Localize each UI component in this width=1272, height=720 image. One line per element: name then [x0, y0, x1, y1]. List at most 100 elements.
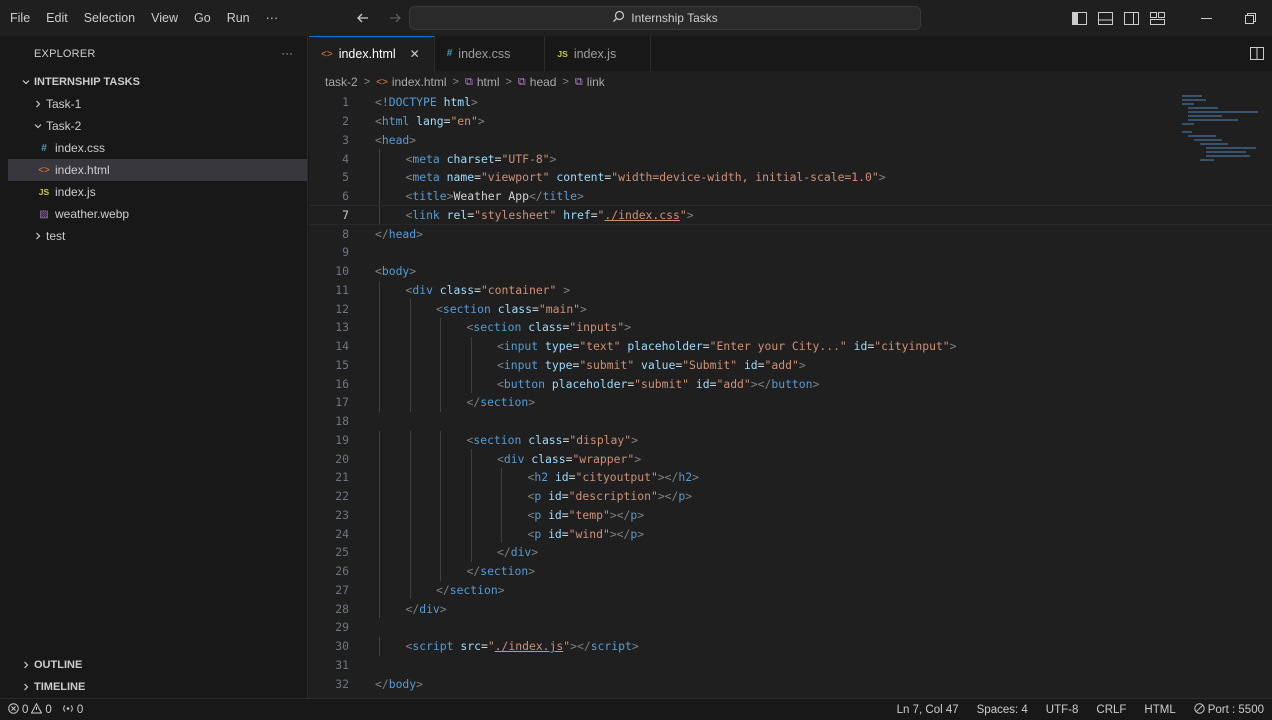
indent-guide [379, 393, 380, 412]
menu-file[interactable]: File [2, 0, 38, 36]
code-line[interactable]: 20 < div class = "wrapper" > [309, 449, 1272, 468]
explorer-more-icon[interactable]: ··· [281, 48, 293, 60]
indentation[interactable]: Spaces: 4 [977, 704, 1028, 716]
workspace-root[interactable]: INTERNSHIP TASKS [8, 71, 307, 93]
forward-arrow-icon[interactable] [384, 7, 406, 29]
toggle-secondary-sidebar-icon[interactable] [1118, 0, 1144, 36]
code-line[interactable]: 11 < div class = "container" > [309, 280, 1272, 300]
code-text: < p id = "description" ></p > [528, 487, 693, 506]
code-token: p [678, 489, 686, 504]
breadcrumb-item[interactable]: head [530, 75, 557, 89]
code-line[interactable]: 30 < script src = " ./index.js " ></script > [309, 636, 1272, 656]
outline-section[interactable]: OUTLINE [8, 654, 308, 676]
code-token: </ [375, 676, 389, 691]
toggle-panel-icon[interactable] [1092, 0, 1118, 36]
code-text: </head > [375, 224, 423, 243]
tree-file-weather-webp[interactable]: ▨ weather.webp [8, 203, 307, 225]
code-line[interactable]: 17 </section > [309, 393, 1272, 412]
code-token: = [443, 114, 451, 129]
code-token: = [532, 301, 539, 316]
code-line[interactable]: 31 [309, 656, 1272, 675]
code-token: title [542, 189, 577, 204]
live-server-port[interactable]: Port : 5500 [1194, 703, 1264, 717]
code-token: = [709, 376, 717, 391]
close-icon[interactable]: ✕ [410, 47, 420, 61]
code-line[interactable]: 4 < meta charset = "UTF-8" > [309, 149, 1272, 168]
code-line[interactable]: 10 < body > [309, 262, 1272, 281]
menu-go[interactable]: Go [186, 0, 219, 36]
end-of-line[interactable]: CRLF [1096, 704, 1126, 716]
editor-tabs: <> index.html ✕ # index.css JS index.js [309, 36, 1272, 71]
indent-guide [409, 336, 411, 356]
code-line[interactable]: 1 < !DOCTYPE html > [309, 93, 1272, 112]
tab-index-css[interactable]: # index.css [435, 36, 546, 71]
ports-indicator[interactable]: 0 [62, 703, 83, 717]
code-line[interactable]: 27 </section > [309, 580, 1272, 600]
menu-more[interactable]: ··· [258, 0, 287, 36]
menu-edit[interactable]: Edit [38, 0, 76, 36]
code-line[interactable]: 29 [309, 618, 1272, 637]
code-line[interactable]: 15 < input type = "submit" value = "Submit" id… [309, 355, 1272, 375]
breadcrumb-item[interactable]: task-2 [325, 75, 358, 89]
navigation-arrows [352, 0, 406, 36]
tree-file-index-js[interactable]: JS index.js [8, 181, 307, 203]
code-line[interactable]: 24 < p id = "wind" ></p > [309, 524, 1272, 543]
code-line[interactable]: 26 </section > [309, 561, 1272, 581]
code-line[interactable]: 18 [309, 412, 1272, 431]
minimap[interactable] [1182, 93, 1258, 163]
cursor-position[interactable]: Ln 7, Col 47 [897, 704, 959, 716]
code-line[interactable]: 19 < section class = "display" > [309, 430, 1272, 450]
breadcrumb-item[interactable]: index.html [392, 75, 447, 89]
code-line[interactable]: 14 < input type = "text" placeholder = "Enter … [309, 336, 1272, 356]
code-line[interactable]: 22 < p id = "description" ></p > [309, 486, 1272, 506]
code-line[interactable]: 32 </body > [309, 674, 1272, 693]
code-line[interactable]: 2 < html lang = "en" > [309, 112, 1272, 131]
code-line[interactable]: 5 < meta name = "viewport" content = "width=de… [309, 168, 1272, 187]
back-arrow-icon[interactable] [352, 7, 374, 29]
menu-view[interactable]: View [143, 0, 186, 36]
timeline-section[interactable]: TIMELINE [8, 676, 308, 698]
tree-file-index-css[interactable]: # index.css [8, 137, 307, 159]
code-line[interactable]: 23 < p id = "temp" ></p > [309, 505, 1272, 525]
restore-icon[interactable] [1228, 0, 1272, 36]
minimize-icon[interactable] [1184, 0, 1228, 36]
code-token: = [675, 357, 683, 372]
breadcrumb-item[interactable]: html [477, 75, 500, 89]
tree-folder-test[interactable]: test [8, 225, 307, 247]
line-number: 20 [335, 451, 349, 466]
encoding[interactable]: UTF-8 [1046, 704, 1079, 716]
code-line[interactable]: 16 < button placeholder = "submit" id = "add" >… [309, 374, 1272, 393]
tree-folder-task-2[interactable]: Task-2 [8, 115, 307, 137]
breadcrumb-item[interactable]: link [587, 75, 605, 89]
code-line[interactable]: 13 < section class = "inputs" > [309, 318, 1272, 337]
tree-file-index-html[interactable]: <> index.html [8, 159, 307, 181]
command-center-search[interactable]: Internship Tasks [409, 6, 921, 30]
code-line[interactable]: 8 </head > [309, 224, 1272, 243]
menu-run[interactable]: Run [219, 0, 258, 36]
line-number: 4 [342, 151, 349, 166]
toggle-primary-sidebar-icon[interactable] [1066, 0, 1092, 36]
tab-index-js[interactable]: JS index.js [545, 36, 652, 71]
customize-layout-icon[interactable] [1144, 0, 1170, 36]
language-mode[interactable]: HTML [1144, 704, 1175, 716]
code-token: id [853, 339, 868, 354]
code-token: ></ [750, 376, 772, 391]
indent-guide [409, 524, 411, 543]
menu-selection[interactable]: Selection [76, 0, 143, 36]
split-editor-icon[interactable] [1248, 44, 1266, 62]
problems-indicator[interactable]: 0 0 [8, 702, 52, 717]
code-line[interactable]: 28 </div > [309, 599, 1272, 618]
code-line[interactable]: 3 < head > [309, 131, 1272, 150]
code-line[interactable]: 25 </div > [309, 543, 1272, 562]
code-line[interactable]: 12 < section class = "main" > [309, 299, 1272, 318]
code-line[interactable]: 9 [309, 243, 1272, 262]
code-line[interactable]: 6 < title > Weather App </title > [309, 186, 1272, 206]
code-line[interactable]: 21 < h2 id = "cityoutput" ></h2 > [309, 468, 1272, 487]
code-token: < [466, 432, 474, 447]
code-line[interactable]: 7 < link rel = "stylesheet" href = " ./index.cs… [309, 204, 1272, 226]
code-text: < link rel = "stylesheet" href = " ./index.css… [406, 206, 694, 225]
tree-folder-task-1[interactable]: Task-1 [8, 93, 307, 115]
tab-index-html[interactable]: <> index.html ✕ [309, 36, 435, 71]
code-editor[interactable]: 1 < !DOCTYPE html >2 < html lang = "en" >3 < head >… [309, 93, 1272, 698]
code-text: < p id = "wind" ></p > [528, 524, 645, 543]
